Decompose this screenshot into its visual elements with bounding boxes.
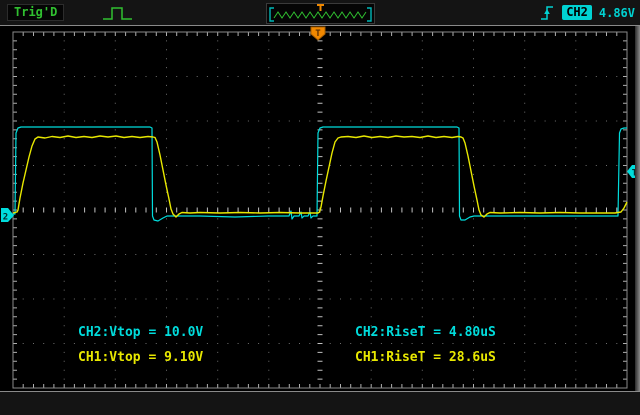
markers-layer: T 2 T bbox=[1, 26, 639, 223]
measurement-ch2-riset: CH2:RiseT = 4.80uS bbox=[355, 325, 496, 340]
measurement-ch2-vtop: CH2:Vtop = 10.0V bbox=[78, 325, 204, 340]
oscilloscope-screen: Trig'D CH2 4.86V T 2 CH2:Vtop = 10.0V CH… bbox=[0, 0, 640, 415]
measurement-ch1-vtop: CH1:Vtop = 9.10V bbox=[78, 350, 204, 365]
bottom-readout-bar: CH1 5.00V CH2 5.00V Time: 200.0us bbox=[0, 392, 640, 415]
trigger-position-label: T bbox=[315, 29, 321, 39]
ch2-ground-marker: 2 bbox=[1, 208, 14, 223]
measurement-ch1-riset: CH1:RiseT = 28.6uS bbox=[355, 350, 496, 365]
right-bezel bbox=[635, 26, 640, 391]
ch2-ground-label: 2 bbox=[3, 213, 8, 223]
trigger-position-marker: T bbox=[310, 26, 326, 41]
